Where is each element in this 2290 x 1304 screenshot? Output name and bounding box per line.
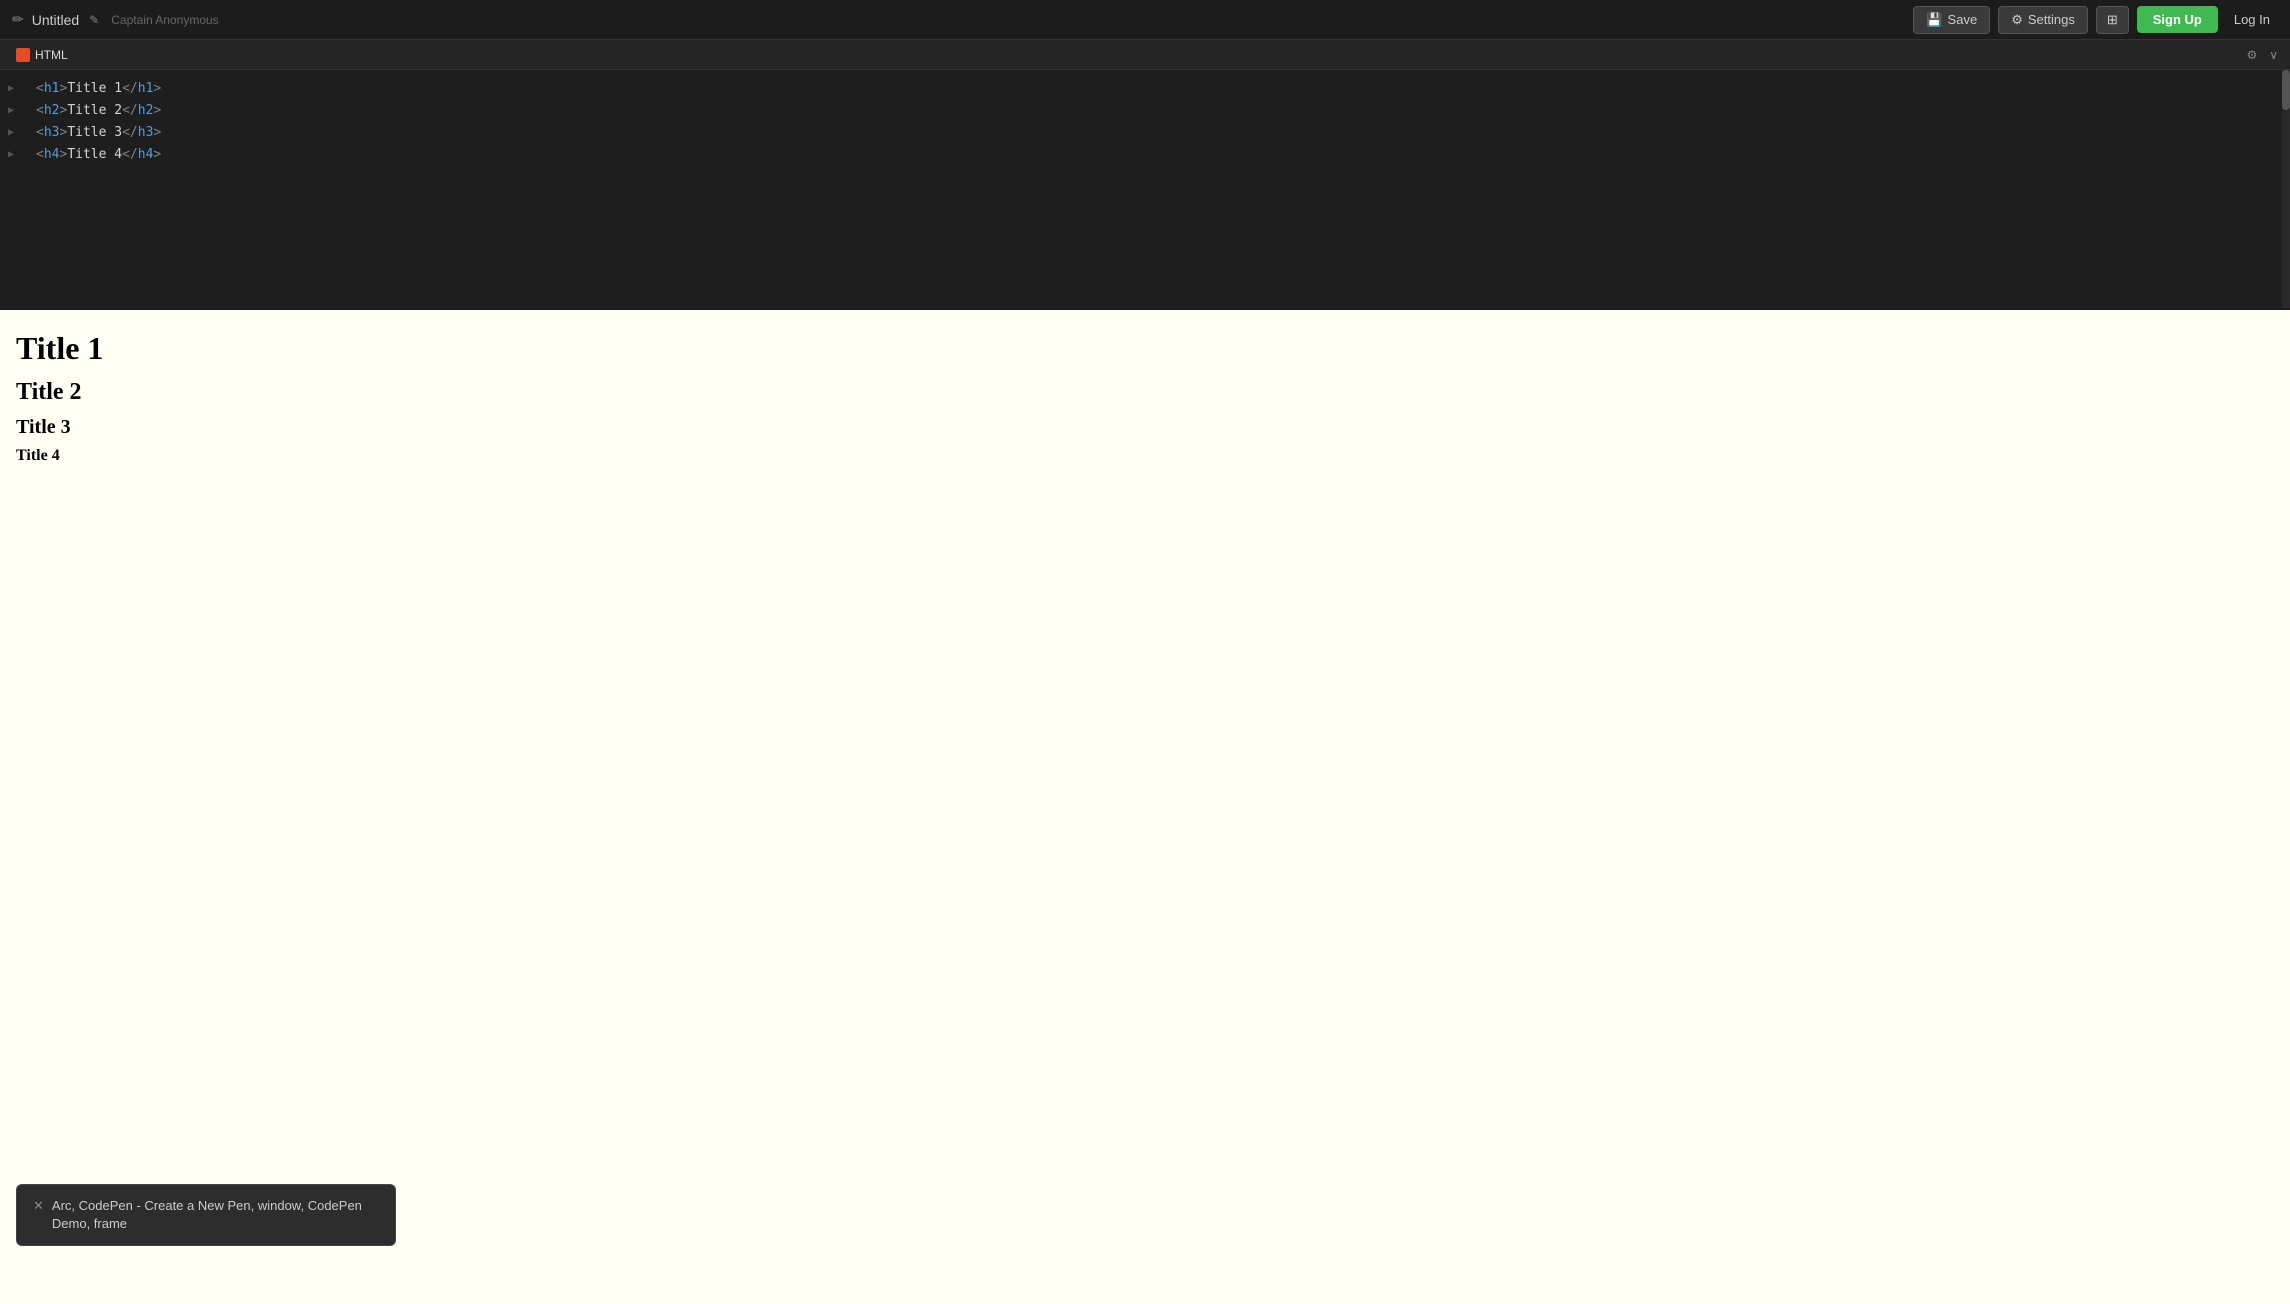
line-arrow-3: ▶ <box>8 122 14 144</box>
html-tab[interactable]: HTML <box>8 44 76 66</box>
html-tab-label: HTML <box>35 48 68 62</box>
line-arrow-1: ▶ <box>8 78 14 100</box>
code-line-2: ▶ <h2>Title 2</h2> <box>0 100 2290 122</box>
preview-area: Title 1 Title 2 Title 3 Title 4 ✕ Arc, C… <box>0 310 2290 1304</box>
code-line-4: ▶ <h4>Title 4</h4> <box>0 144 2290 166</box>
code-line-1: ▶ <h1>Title 1</h1> <box>0 78 2290 100</box>
code-text-4: <h4>Title 4</h4> <box>36 144 161 166</box>
editor-tab-actions: ⚙ ∨ <box>2242 46 2282 64</box>
pen-logo-icon: ✏ <box>12 11 24 28</box>
preview-h4: Title 4 <box>16 447 2274 465</box>
editor-scrollbar-thumb <box>2282 70 2290 110</box>
editor-settings-button[interactable]: ⚙ <box>2242 46 2261 64</box>
code-text-2: <h2>Title 2</h2> <box>36 100 161 122</box>
code-editor[interactable]: ▶ <h1>Title 1</h1> ▶ <h2>Title 2</h2> ▶ … <box>0 70 2290 310</box>
login-button[interactable]: Log In <box>2226 6 2278 33</box>
grid-button[interactable]: ⊞ <box>2096 6 2129 34</box>
code-line-3: ▶ <h3>Title 3</h3> <box>0 122 2290 144</box>
signup-button[interactable]: Sign Up <box>2137 6 2218 33</box>
tooltip-text: Arc, CodePen - Create a New Pen, window,… <box>52 1197 379 1233</box>
save-icon: 💾 <box>1926 12 1942 28</box>
editor-tab-bar: HTML ⚙ ∨ <box>0 40 2290 70</box>
code-text-3: <h3>Title 3</h3> <box>36 122 161 144</box>
editor-container: HTML ⚙ ∨ ▶ <h1>Title 1</h1> ▶ <h2>Title … <box>0 40 2290 310</box>
code-text-1: <h1>Title 1</h1> <box>36 78 161 100</box>
tooltip-box: ✕ Arc, CodePen - Create a New Pen, windo… <box>16 1184 396 1246</box>
gear-icon: ⚙ <box>2011 12 2023 28</box>
line-arrow-4: ▶ <box>8 144 14 166</box>
editor-expand-button[interactable]: ∨ <box>2265 46 2282 64</box>
pen-title: Untitled <box>32 12 79 28</box>
tooltip-close-button[interactable]: ✕ <box>33 1198 44 1214</box>
navbar-right: 💾 Save ⚙ Settings ⊞ Sign Up Log In <box>1913 6 2278 34</box>
edit-icon: ✎ <box>89 13 99 27</box>
settings-label: Settings <box>2028 12 2075 27</box>
preview-h1: Title 1 <box>16 330 2274 367</box>
pen-subtitle: Captain Anonymous <box>111 13 218 27</box>
grid-icon: ⊞ <box>2107 12 2118 27</box>
editor-scrollbar[interactable] <box>2282 70 2290 308</box>
save-label: Save <box>1948 12 1978 27</box>
preview-h3: Title 3 <box>16 416 2274 439</box>
settings-button[interactable]: ⚙ Settings <box>1998 6 2088 34</box>
html-badge-icon <box>16 48 30 62</box>
line-arrow-2: ▶ <box>8 100 14 122</box>
save-button[interactable]: 💾 Save <box>1913 6 1990 34</box>
preview-h2: Title 2 <box>16 379 2274 406</box>
navbar: ✏ Untitled ✎ Captain Anonymous 💾 Save ⚙ … <box>0 0 2290 40</box>
navbar-left: ✏ Untitled ✎ Captain Anonymous <box>12 11 219 28</box>
